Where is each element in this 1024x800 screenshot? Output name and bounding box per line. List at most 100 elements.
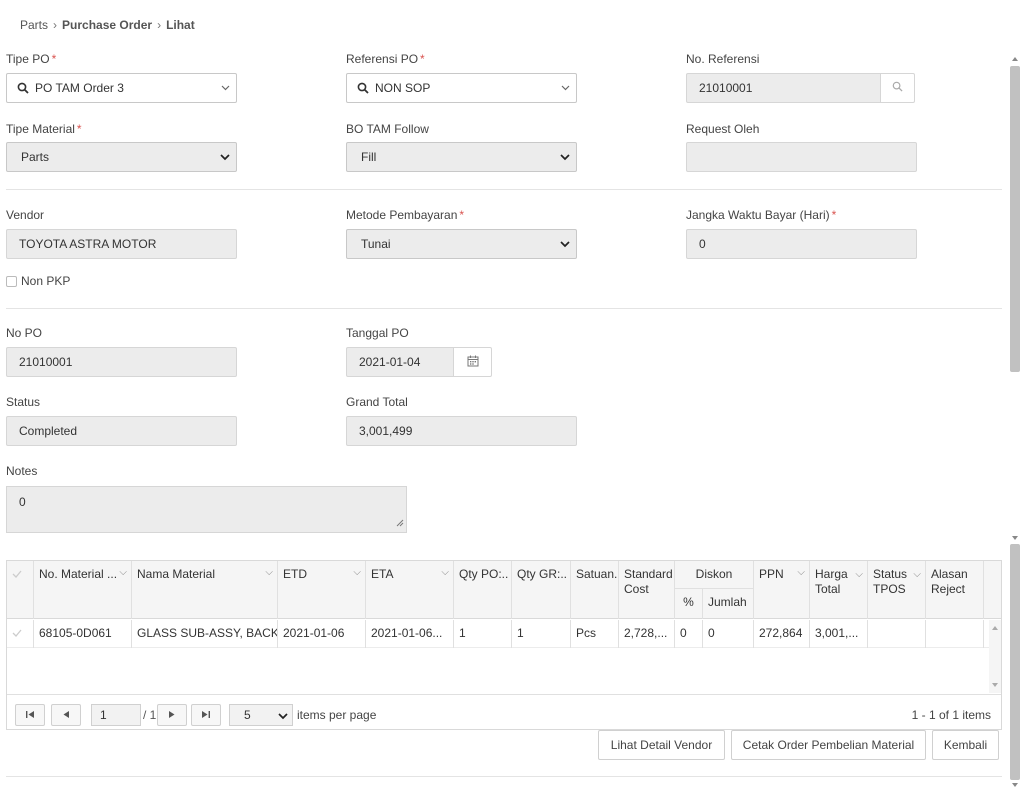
header-etd[interactable]: ETD ⌵ <box>278 561 366 619</box>
header-qty-po[interactable]: Qty PO:.. <box>454 561 512 619</box>
cell-status-tpos <box>868 620 926 648</box>
header-no-material[interactable]: No. Material ... ⌵ <box>34 561 132 619</box>
request-oleh-label: Request Oleh <box>686 122 760 136</box>
header-qty-gr[interactable]: Qty GR:.. <box>512 561 571 619</box>
grand-total-field: 3,001,499 <box>346 416 577 446</box>
header-ppn[interactable]: PPN ⌵ <box>754 561 810 619</box>
section-divider <box>6 189 1002 190</box>
cell-harga-total: 3,001,... <box>810 620 868 648</box>
first-page-icon <box>25 708 35 722</box>
chevron-down-icon: ⌵ <box>353 567 361 578</box>
chevron-down-icon <box>554 153 576 161</box>
tanggal-po-field: 2021-01-04 <box>346 347 454 377</box>
last-page-icon <box>201 708 211 722</box>
breadcrumb-purchase-order[interactable]: Purchase Order <box>62 18 152 32</box>
non-pkp-checkbox[interactable]: Non PKP <box>6 274 70 288</box>
breadcrumb-parts[interactable]: Parts <box>20 18 48 32</box>
referensi-po-select[interactable]: NON SOP <box>346 73 577 103</box>
cell-standard-cost: 2,728,... <box>619 620 675 648</box>
vendor-label: Vendor <box>6 208 45 222</box>
request-oleh-field <box>686 142 917 172</box>
metode-pembayaran-label: Metode Pembayaran * <box>346 208 465 222</box>
bo-tam-follow-select[interactable]: Fill <box>346 142 577 172</box>
chevron-down-icon <box>554 240 576 248</box>
chevron-down-icon: ⌵ <box>913 569 921 580</box>
cell-eta: 2021-01-06... <box>366 620 454 648</box>
kembali-button[interactable]: Kembali <box>932 730 999 760</box>
tipe-po-select[interactable]: PO TAM Order 3 <box>6 73 237 103</box>
chevron-down-icon: ⌵ <box>797 567 805 578</box>
chevron-down-icon <box>554 85 576 91</box>
checkbox-box[interactable] <box>6 275 17 287</box>
chevron-right-icon: › <box>157 18 162 32</box>
select-all-checkbox[interactable] <box>7 561 34 619</box>
grid-header: No. Material ... ⌵ Nama Material ⌵ ETD ⌵ ET… <box>7 561 1001 619</box>
pager-summary: 1 - 1 of 1 items <box>911 708 991 722</box>
page-scrollbar[interactable] <box>1008 52 1022 792</box>
cell-etd: 2021-01-06 <box>278 620 366 648</box>
prev-page-icon <box>62 708 70 722</box>
no-referensi-search-button[interactable] <box>880 73 915 103</box>
row-checkbox[interactable] <box>7 620 34 648</box>
no-po-label: No PO <box>6 326 43 340</box>
header-standard-cost[interactable]: Standard Cost <box>619 561 675 619</box>
items-per-page-label: items per page <box>297 708 377 722</box>
prev-page-button[interactable] <box>51 704 81 726</box>
material-grid: No. Material ... ⌵ Nama Material ⌵ ETD ⌵ ET… <box>6 560 1002 730</box>
cell-nama-material: GLASS SUB-ASSY, BACK <box>132 620 278 648</box>
cell-diskon-pct: 0 <box>675 620 703 648</box>
resize-handle-icon[interactable] <box>396 516 404 530</box>
header-eta[interactable]: ETA ⌵ <box>366 561 454 619</box>
page-size-select[interactable]: 5 <box>229 704 293 726</box>
chevron-right-icon: › <box>53 18 58 32</box>
status-label: Status <box>6 395 41 409</box>
tanggal-po-label: Tanggal PO <box>346 326 409 340</box>
header-status-tpos[interactable]: Status TPOS ⌵ <box>868 561 926 619</box>
notes-textarea[interactable]: 0 <box>6 486 407 533</box>
header-diskon-pct[interactable]: % <box>675 589 703 619</box>
header-diskon-jumlah[interactable]: Jumlah <box>703 589 754 619</box>
search-icon <box>17 82 29 94</box>
no-referensi-field: 21010001 <box>686 73 881 103</box>
vendor-field: TOYOTA ASTRA MOTOR <box>6 229 237 259</box>
chevron-down-icon <box>214 153 236 161</box>
chevron-down-icon: ⌵ <box>855 569 863 580</box>
date-picker-button[interactable] <box>453 347 492 377</box>
tipe-po-label: Tipe PO * <box>6 52 57 66</box>
cetak-order-button[interactable]: Cetak Order Pembelian Material <box>731 730 926 760</box>
next-page-icon <box>168 708 176 722</box>
header-harga-total[interactable]: Harga Total ⌵ <box>810 561 868 619</box>
chevron-down-icon: ⌵ <box>119 567 127 578</box>
header-diskon: Diskon <box>675 561 754 589</box>
header-alasan-reject[interactable]: Alasan Reject <box>926 561 984 619</box>
cell-qty-po: 1 <box>454 620 512 648</box>
referensi-po-label: Referensi PO * <box>346 52 425 66</box>
cell-ppn: 272,864 <box>754 620 810 648</box>
notes-label: Notes <box>6 464 38 478</box>
jangka-waktu-label: Jangka Waktu Bayar (Hari) * <box>686 208 837 222</box>
lihat-detail-vendor-button[interactable]: Lihat Detail Vendor <box>598 730 725 760</box>
bo-tam-follow-label: BO TAM Follow <box>346 122 429 136</box>
jangka-waktu-field[interactable]: 0 <box>686 229 917 259</box>
grid-pager: 1 / 1 5 items per page 1 - 1 of 1 items <box>7 694 1001 730</box>
check-icon <box>12 567 22 581</box>
table-row[interactable]: 68105-0D061 GLASS SUB-ASSY, BACK 2021-01… <box>7 620 989 648</box>
search-icon <box>357 82 369 94</box>
tipe-material-select[interactable]: Parts <box>6 142 237 172</box>
header-nama-material[interactable]: Nama Material ⌵ <box>132 561 278 619</box>
page-of-total: / 1 <box>143 708 157 722</box>
cell-qty-gr: 1 <box>512 620 571 648</box>
search-icon <box>892 81 903 95</box>
tipe-material-label: Tipe Material * <box>6 122 82 136</box>
no-referensi-label: No. Referensi <box>686 52 760 66</box>
first-page-button[interactable] <box>15 704 45 726</box>
scrollbar-thumb[interactable] <box>1010 544 1020 780</box>
cell-diskon-jumlah: 0 <box>703 620 754 648</box>
page-input[interactable]: 1 <box>91 704 141 726</box>
last-page-button[interactable] <box>191 704 221 726</box>
grid-scrollbar[interactable] <box>989 620 1001 693</box>
header-satuan[interactable]: Satuan.. <box>571 561 619 619</box>
metode-pembayaran-select[interactable]: Tunai <box>346 229 577 259</box>
scrollbar-thumb[interactable] <box>1010 66 1020 372</box>
next-page-button[interactable] <box>157 704 187 726</box>
